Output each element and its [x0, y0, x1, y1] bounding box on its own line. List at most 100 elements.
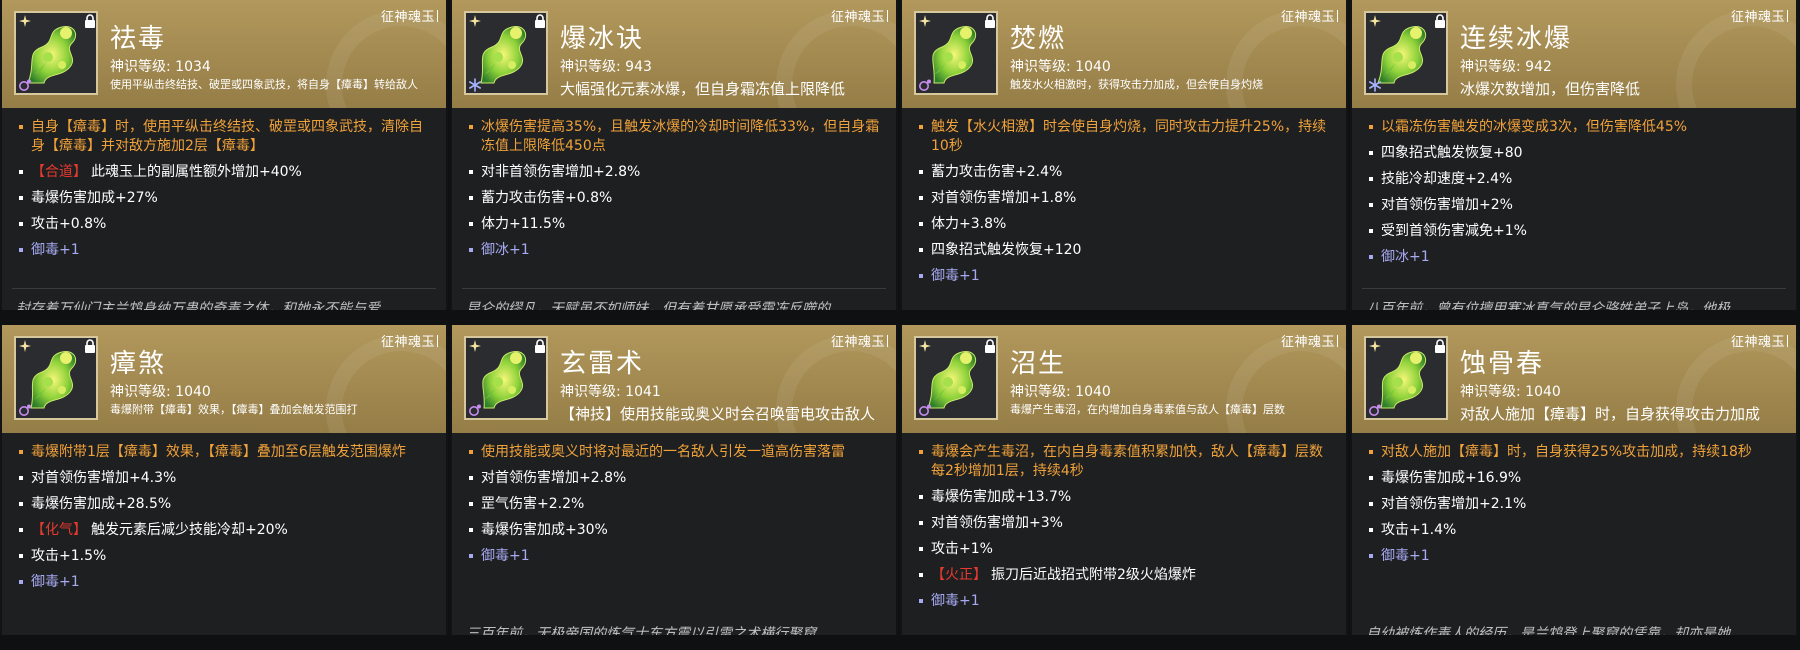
soul-jade-card[interactable]: 征神魂玉 祛毒 神识等级: 1034 使用平纵击终结技、破罡或四象武技，将自身【… — [0, 0, 448, 310]
stat-line: 毒爆伤害加成+27% — [18, 189, 434, 208]
line-text: 御毒+1 — [31, 574, 80, 590]
lock-icon[interactable] — [984, 339, 996, 353]
poison-element-icon — [919, 79, 931, 91]
stat-line: 对首领伤害增加+2% — [1368, 196, 1784, 215]
soul-jade-card[interactable]: 征神魂玉 连续冰爆 神识等级: 942 冰爆次数增加，但伤害降低 以霜冻伤害触发… — [1350, 0, 1798, 310]
card-description: 大幅强化元素冰爆，但自身霜冻值上限降低 — [560, 80, 846, 98]
lore-divider — [12, 288, 436, 289]
line-text: 毒爆伤害加成+13.7% — [931, 489, 1072, 505]
resistance-line: 御毒+1 — [18, 573, 434, 592]
lock-icon[interactable] — [1434, 339, 1446, 353]
lock-icon[interactable] — [1434, 14, 1446, 28]
soul-jade-card[interactable]: 征神魂玉 玄雷术 神识等级: 1041 【神技】使用技能或奥义时会召唤雷电攻击敌… — [450, 325, 898, 635]
stat-line: 四象招式触发恢复+120 — [918, 241, 1334, 260]
stat-line: 对首领伤害增加+4.3% — [18, 469, 434, 488]
main-effect-line: 毒爆附带1层【瘴毒】效果，【瘴毒】叠加至6层触发范围爆炸 — [18, 443, 434, 462]
poison-element-icon — [1369, 404, 1381, 416]
line-text: 振刀后近战招式附带2级火焰爆炸 — [991, 567, 1196, 583]
line-text: 体力+3.8% — [931, 216, 1007, 232]
stat-line: 四象招式触发恢复+80 — [1368, 144, 1784, 163]
lock-icon[interactable] — [984, 14, 996, 28]
resistance-line: 御毒+1 — [18, 241, 434, 260]
level-value: 1041 — [625, 384, 661, 400]
line-text: 御毒+1 — [31, 242, 80, 258]
series-tag: 征神魂玉 — [831, 6, 888, 25]
spirit-level: 神识等级: 1040 — [110, 381, 211, 401]
lock-icon[interactable] — [84, 339, 96, 353]
level-label: 神识等级: — [1010, 384, 1076, 400]
main-effect-line: 对敌人施加【瘴毒】时，自身获得25%攻击加成，持续18秒 — [1368, 443, 1784, 462]
level-label: 神识等级: — [110, 59, 176, 75]
lock-icon[interactable] — [84, 14, 96, 28]
card-body: 毒爆会产生毒沼，在内自身毒素值积累加快，敌人【瘴毒】层数每2秒增加1层，持续4秒… — [918, 443, 1334, 618]
card-description: 对敌人施加【瘴毒】时，自身获得攻击力加成 — [1460, 405, 1761, 423]
main-effect-line: 冰爆伤害提高35%，且触发冰爆的冷却时间降低33%，但自身霜冻值上限降低450点 — [468, 118, 884, 156]
line-text: 对首领伤害增加+1.8% — [931, 190, 1077, 206]
line-text: 对首领伤害增加+2.8% — [481, 470, 627, 486]
stat-line: 对非首领伤害增加+2.8% — [468, 163, 884, 182]
main-effect-line: 毒爆会产生毒沼，在内自身毒素值积累加快，敌人【瘴毒】层数每2秒增加1层，持续4秒 — [918, 443, 1334, 481]
card-title: 玄雷术 — [560, 349, 645, 379]
line-text: 对敌人施加【瘴毒】时，自身获得25%攻击加成，持续18秒 — [1381, 444, 1752, 460]
lore-text: 昆仑的缪凡，天赋虽不如师妹，但有着甘愿承受霜冻反噬的 — [466, 301, 830, 310]
stat-line: 攻击+1% — [918, 540, 1334, 559]
level-value: 1040 — [1075, 384, 1111, 400]
frost-element-icon — [1368, 78, 1381, 92]
stat-line: 【化气】 触发元素后减少技能冷却+20% — [18, 521, 434, 540]
spirit-level: 神识等级: 1034 — [110, 56, 211, 76]
line-text: 罡气伤害+2.2% — [481, 496, 585, 512]
soul-jade-card[interactable]: 征神魂玉 沼生 神识等级: 1040 毒爆产生毒沼，在内增加自身毒素值与敌人【瘴… — [900, 325, 1348, 635]
star-mark-icon — [19, 15, 31, 27]
star-mark-icon — [919, 340, 931, 352]
card-header: 征神魂玉 爆冰诀 神识等级: 943 大幅强化元素冰爆，但自身霜冻值上限降低 — [452, 0, 896, 108]
line-text: 御毒+1 — [931, 268, 980, 284]
spirit-level: 神识等级: 1040 — [1010, 56, 1111, 76]
line-text: 毒爆伤害加成+27% — [31, 190, 158, 206]
soul-jade-card[interactable]: 征神魂玉 焚燃 神识等级: 1040 触发水火相激时，获得攻击力加成，但会使自身… — [900, 0, 1348, 310]
line-text: 此魂玉上的副属性额外增加+40% — [91, 164, 302, 180]
poison-element-icon — [19, 79, 31, 91]
affix-tag: 【火正】 — [931, 567, 987, 583]
level-value: 1040 — [175, 384, 211, 400]
stat-line: 毒爆伤害加成+30% — [468, 521, 884, 540]
resistance-line: 御毒+1 — [918, 267, 1334, 286]
soul-jade-card[interactable]: 征神魂玉 瘴煞 神识等级: 1040 毒爆附带【瘴毒】效果，【瘴毒】叠加会触发范… — [0, 325, 448, 635]
soul-jade-card[interactable]: 征神魂玉 爆冰诀 神识等级: 943 大幅强化元素冰爆，但自身霜冻值上限降低 冰… — [450, 0, 898, 310]
line-text: 毒爆伤害加成+30% — [481, 522, 608, 538]
line-text: 触发元素后减少技能冷却+20% — [91, 522, 288, 538]
line-text: 毒爆附带1层【瘴毒】效果，【瘴毒】叠加至6层触发范围爆炸 — [31, 444, 406, 460]
lore-text: 封存着万仙门主兰鸩身纳万蛊的奇毒之体，和她永不能与爱 — [16, 301, 380, 310]
lore-text: 自幼被炼作毒人的经历，是兰鸩登上聚窟的凭靠，却亦是她 — [1366, 626, 1730, 635]
poison-element-icon — [19, 404, 31, 416]
line-text: 四象招式触发恢复+120 — [931, 242, 1082, 258]
line-text: 使用技能或奥义时将对最近的一名敌人引发一道高伤害落雷 — [481, 444, 845, 460]
main-effect-line: 触发【水火相激】时会使自身灼烧，同时攻击力提升25%，持续10秒 — [918, 118, 1334, 156]
line-text: 冰爆伤害提高35%，且触发冰爆的冷却时间降低33%，但自身霜冻值上限降低450点 — [481, 119, 880, 154]
line-text: 对首领伤害增加+2.1% — [1381, 496, 1527, 512]
series-tag: 征神魂玉 — [381, 331, 438, 350]
line-text: 对首领伤害增加+3% — [931, 515, 1063, 531]
card-body: 以霜冻伤害触发的冰爆变成3次，但伤害降低45% 四象招式触发恢复+80 技能冷却速度… — [1368, 118, 1784, 274]
stat-line: 对首领伤害增加+3% — [918, 514, 1334, 533]
stat-line: 蓄力攻击伤害+0.8% — [468, 189, 884, 208]
main-effect-line: 以霜冻伤害触发的冰爆变成3次，但伤害降低45% — [1368, 118, 1784, 137]
card-title: 焚燃 — [1010, 24, 1067, 54]
lock-icon[interactable] — [534, 14, 546, 28]
affix-tag: 【化气】 — [31, 522, 87, 538]
card-description: 使用平纵击终结技、破罡或四象武技，将自身【瘴毒】转给敌人 — [110, 78, 418, 91]
lock-icon[interactable] — [534, 339, 546, 353]
line-text: 蓄力攻击伤害+0.8% — [481, 190, 613, 206]
resistance-line: 御毒+1 — [468, 547, 884, 566]
stat-line: 体力+3.8% — [918, 215, 1334, 234]
level-value: 1040 — [1525, 384, 1561, 400]
soul-jade-card[interactable]: 征神魂玉 蚀骨春 神识等级: 1040 对敌人施加【瘴毒】时，自身获得攻击力加成… — [1350, 325, 1798, 635]
line-text: 攻击+0.8% — [31, 216, 107, 232]
line-text: 御毒+1 — [1381, 548, 1430, 564]
card-title: 蚀骨春 — [1460, 349, 1545, 379]
card-title: 瘴煞 — [110, 349, 167, 379]
lore-text: 八百年前，曾有位擅用寒冰真气的昆仑骆姓弟子上岛，他极 — [1366, 301, 1730, 310]
card-description: 毒爆附带【瘴毒】效果，【瘴毒】叠加会触发范围打 — [110, 403, 358, 416]
star-mark-icon — [1369, 15, 1381, 27]
card-body: 触发【水火相激】时会使自身灼烧，同时攻击力提升25%，持续10秒 蓄力攻击伤害+2… — [918, 118, 1334, 293]
resistance-line: 御冰+1 — [468, 241, 884, 260]
